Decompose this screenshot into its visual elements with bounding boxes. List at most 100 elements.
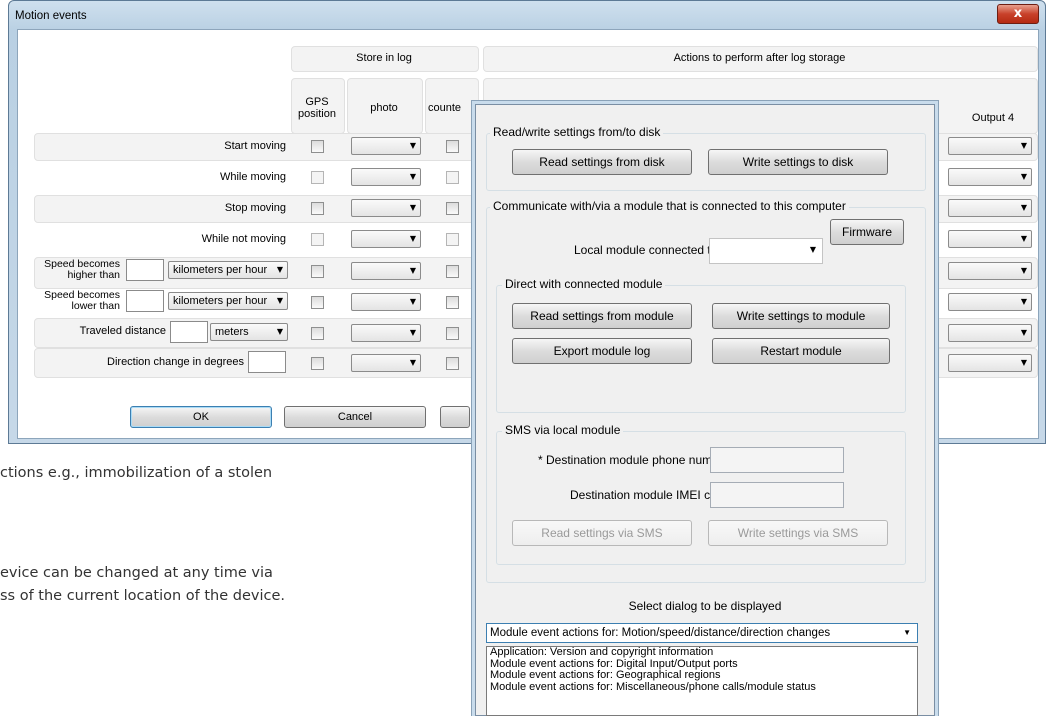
list-item[interactable]: Application: Version and copyright infor… [487, 647, 917, 659]
local-module-select[interactable]: ▼ [709, 238, 823, 264]
output4-select-notmoving[interactable]: ▼ [948, 230, 1032, 248]
speed-lower-input[interactable] [126, 290, 164, 312]
speed-higher-label: Speed becomes higher than [44, 258, 120, 281]
photo-select-speed-lower[interactable]: ▼ [351, 293, 421, 311]
gps-checkbox-speed-higher[interactable] [311, 265, 324, 278]
photo-select-start[interactable]: ▼ [351, 137, 421, 155]
direction-change-input[interactable] [248, 351, 286, 373]
disk-group-label: Read/write settings from/to disk [490, 125, 664, 139]
counter-checkbox-stop[interactable] [446, 202, 459, 215]
speed-higher-unit-select[interactable]: kilometers per hour ▼ [168, 261, 288, 279]
chevron-down-icon: ▼ [409, 297, 416, 306]
local-module-label: Local module connected to [574, 243, 718, 257]
direction-change-label: Direction change in degrees [107, 356, 244, 368]
counter-checkbox-direction[interactable] [446, 357, 459, 370]
gps-checkbox-stop[interactable] [311, 202, 324, 215]
chevron-down-icon: ▼ [809, 245, 816, 254]
settings-dialog: Read/write settings from/to disk Read se… [475, 104, 935, 716]
photo-select-direction[interactable]: ▼ [351, 354, 421, 372]
close-button[interactable]: x [997, 4, 1039, 24]
speed-higher-input[interactable] [126, 259, 164, 281]
list-item[interactable]: Module event actions for: Geographical r… [487, 669, 917, 682]
extra-button[interactable] [440, 406, 470, 428]
write-settings-sms-button[interactable]: Write settings via SMS [708, 520, 888, 546]
traveled-distance-label: Traveled distance [79, 325, 166, 337]
cancel-button[interactable]: Cancel [284, 406, 426, 428]
firmware-button[interactable]: Firmware [830, 219, 904, 245]
chevron-down-icon: ▼ [1020, 266, 1027, 275]
read-settings-disk-button[interactable]: Read settings from disk [512, 149, 692, 175]
speed-lower-label: Speed becomes lower than [44, 289, 120, 312]
gps-checkbox-notmoving[interactable] [311, 233, 324, 246]
chevron-down-icon: ▼ [1020, 297, 1027, 306]
chevron-down-icon: ▼ [1020, 358, 1027, 367]
sms-group-label: SMS via local module [502, 423, 624, 437]
output4-select-start[interactable]: ▼ [948, 137, 1032, 155]
chevron-down-icon: ▼ [409, 172, 416, 181]
gps-checkbox-while[interactable] [311, 171, 324, 184]
counter-checkbox-traveled[interactable] [446, 327, 459, 340]
chevron-down-icon: ▼ [409, 266, 416, 275]
output4-select-speed-lower[interactable]: ▼ [948, 293, 1032, 311]
gps-checkbox-traveled[interactable] [311, 327, 324, 340]
window-title: Motion events [15, 10, 87, 22]
unit-text: kilometers per hour [173, 264, 268, 276]
speed-lower-unit-select[interactable]: kilometers per hour ▼ [168, 292, 288, 310]
list-item[interactable]: Module event actions for: Miscellaneous/… [487, 681, 917, 694]
dialog-select[interactable]: Module event actions for: Motion/speed/d… [486, 623, 918, 643]
direct-group-label: Direct with connected module [502, 277, 666, 291]
photo-select-stop[interactable]: ▼ [351, 199, 421, 217]
document-text-line-1: ctions e.g., immobilization of a stolen [0, 465, 273, 481]
counter-checkbox-notmoving[interactable] [446, 233, 459, 246]
gps-checkbox-start[interactable] [311, 140, 324, 153]
chevron-down-icon: ▼ [1020, 203, 1027, 212]
output4-select-speed-higher[interactable]: ▼ [948, 262, 1032, 280]
gps-checkbox-direction[interactable] [311, 357, 324, 370]
output4-select-while[interactable]: ▼ [948, 168, 1032, 186]
read-settings-module-button[interactable]: Read settings from module [512, 303, 692, 329]
read-settings-sms-button[interactable]: Read settings via SMS [512, 520, 692, 546]
chevron-down-icon: ▼ [1020, 172, 1027, 181]
counter-checkbox-start[interactable] [446, 140, 459, 153]
output4-select-direction[interactable]: ▼ [948, 354, 1032, 372]
destination-phone-input[interactable] [710, 447, 844, 473]
gps-checkbox-speed-lower[interactable] [311, 296, 324, 309]
chevron-down-icon: ▼ [1020, 328, 1027, 337]
traveled-distance-input[interactable] [170, 321, 208, 343]
document-text-line-2: evice can be changed at any time via [0, 565, 273, 581]
destination-phone-label: * Destination module phone number [538, 453, 730, 467]
chevron-down-icon: ▼ [1020, 234, 1027, 243]
chevron-down-icon: ▼ [276, 296, 283, 305]
counter-label: counte [428, 102, 462, 114]
write-settings-module-button[interactable]: Write settings to module [712, 303, 890, 329]
chevron-down-icon: ▼ [903, 628, 911, 637]
chevron-down-icon: ▼ [276, 265, 283, 274]
start-moving-label: Start moving [224, 140, 286, 152]
while-moving-label: While moving [219, 171, 286, 183]
dialog-select-value: Module event actions for: Motion/speed/d… [490, 627, 831, 639]
store-in-log-label: Store in log [356, 52, 412, 64]
counter-checkbox-speed-higher[interactable] [446, 265, 459, 278]
traveled-unit-select[interactable]: meters ▼ [210, 323, 288, 341]
chevron-down-icon: ▼ [409, 141, 416, 150]
communicate-group-label: Communicate with/via a module that is co… [490, 199, 849, 213]
counter-checkbox-speed-lower[interactable] [446, 296, 459, 309]
destination-imei-label: Destination module IMEI code [570, 488, 731, 502]
photo-select-traveled[interactable]: ▼ [351, 324, 421, 342]
ok-button[interactable]: OK [130, 406, 272, 428]
photo-select-while[interactable]: ▼ [351, 168, 421, 186]
counter-checkbox-while[interactable] [446, 171, 459, 184]
photo-select-speed-higher[interactable]: ▼ [351, 262, 421, 280]
chevron-down-icon: ▼ [409, 203, 416, 212]
output4-select-stop[interactable]: ▼ [948, 199, 1032, 217]
output4-select-traveled[interactable]: ▼ [948, 324, 1032, 342]
export-module-log-button[interactable]: Export module log [512, 338, 692, 364]
chevron-down-icon: ▼ [409, 328, 416, 337]
unit-text: kilometers per hour [173, 295, 268, 307]
destination-imei-input[interactable] [710, 482, 844, 508]
restart-module-button[interactable]: Restart module [712, 338, 890, 364]
document-text-line-3: ss of the current location of the device… [0, 588, 285, 604]
photo-select-notmoving[interactable]: ▼ [351, 230, 421, 248]
write-settings-disk-button[interactable]: Write settings to disk [708, 149, 888, 175]
chevron-down-icon: ▼ [276, 327, 283, 336]
